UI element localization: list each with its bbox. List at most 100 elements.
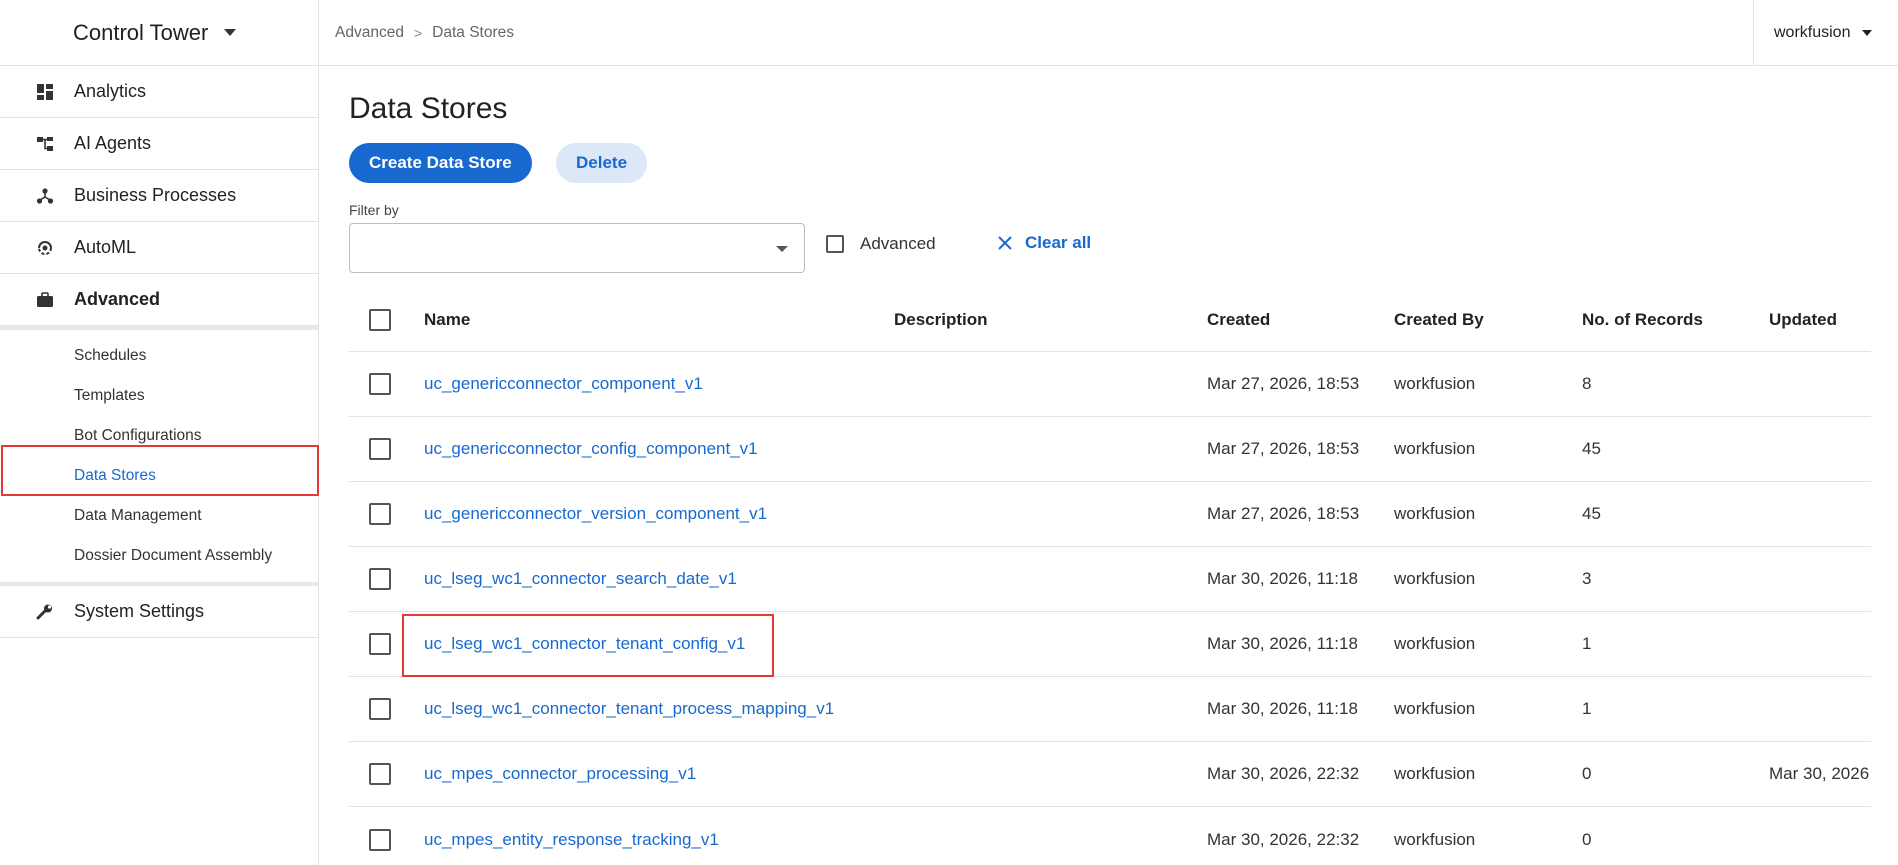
app-switcher[interactable]: Control Tower (0, 0, 318, 66)
data-store-created: Mar 27, 2026, 18:53 (1207, 439, 1360, 458)
data-store-created: Mar 30, 2026, 11:18 (1207, 569, 1358, 588)
sidebar-item-analytics[interactable]: Analytics (0, 66, 318, 118)
sidebar: Control Tower Analytics AI Agents Busine… (0, 0, 319, 865)
data-store-name-link[interactable]: uc_lseg_wc1_connector_tenant_process_map… (424, 677, 834, 741)
page-title: Data Stores (349, 92, 508, 125)
breadcrumb: Advanced > Data Stores (319, 24, 514, 42)
data-store-records: 8 (1582, 374, 1592, 393)
sidebar-subitem-schedules[interactable]: Schedules (0, 336, 318, 376)
data-store-name-link[interactable]: uc_genericconnector_component_v1 (424, 352, 703, 416)
column-header-name[interactable]: Name (424, 288, 470, 351)
row-checkbox-cell (369, 482, 391, 546)
column-header-records[interactable]: No. of Records (1582, 288, 1703, 351)
data-store-records: 0 (1582, 829, 1592, 849)
table-row: uc_genericconnector_version_component_v1… (349, 482, 1871, 547)
sidebar-item-label: AutoML (74, 237, 137, 257)
data-store-records: 45 (1582, 504, 1601, 523)
column-header-created-by[interactable]: Created By (1394, 288, 1484, 351)
breadcrumb-separator: > (413, 24, 423, 41)
filter-select[interactable] (349, 223, 805, 273)
top-bar: Advanced > Data Stores workfusion (319, 0, 1898, 66)
briefcase-icon (36, 291, 54, 309)
breadcrumb-item-advanced[interactable]: Advanced (335, 24, 404, 42)
data-store-name-link[interactable]: uc_lseg_wc1_connector_search_date_v1 (424, 547, 737, 611)
data-store-created-by: workfusion (1394, 764, 1476, 783)
caret-down-icon (776, 246, 788, 252)
create-data-store-button[interactable]: Create Data Store (349, 143, 532, 183)
select-all-checkbox[interactable] (369, 308, 391, 331)
data-store-name-link[interactable]: uc_mpes_entity_response_tracking_v1 (424, 807, 719, 865)
brain-icon (36, 239, 54, 257)
row-checkbox-cell (369, 352, 391, 416)
row-checkbox-cell (369, 547, 391, 611)
advanced-submenu: Schedules Templates Bot Configurations D… (0, 330, 318, 582)
row-checkbox-cell (369, 807, 391, 865)
row-checkbox-cell (369, 417, 391, 481)
row-checkbox-cell (369, 612, 391, 676)
sidebar-subitem-data-management[interactable]: Data Management (0, 496, 318, 536)
close-icon (998, 236, 1012, 250)
main-content: Data Stores Create Data Store Delete Fil… (349, 66, 1898, 865)
sidebar-item-ai-agents[interactable]: AI Agents (0, 118, 318, 170)
advanced-checkbox[interactable] (826, 235, 844, 253)
data-store-records: 3 (1582, 569, 1592, 588)
row-checkbox[interactable] (369, 633, 391, 655)
sidebar-item-system-settings[interactable]: System Settings (0, 586, 318, 638)
column-header-updated[interactable]: Updated (1769, 288, 1837, 351)
caret-down-icon (224, 29, 237, 36)
data-store-created: Mar 30, 2026, 11:18 (1207, 699, 1358, 718)
clear-all-button[interactable]: Clear all (997, 233, 1091, 253)
table-row: uc_lseg_wc1_connector_tenant_process_map… (349, 677, 1871, 742)
row-checkbox[interactable] (369, 503, 391, 525)
sidebar-item-label: Business Processes (74, 185, 237, 205)
select-all-cell (369, 288, 391, 351)
table-row: uc_mpes_connector_processing_v1 Mar 30, … (349, 742, 1871, 807)
process-nodes-icon (36, 187, 54, 205)
row-checkbox[interactable] (369, 438, 391, 460)
row-checkbox[interactable] (369, 828, 391, 851)
sidebar-subitem-data-stores[interactable]: Data Stores (0, 456, 318, 496)
data-store-created-by: workfusion (1394, 439, 1476, 458)
sidebar-item-label: Analytics (74, 81, 147, 101)
table-row: uc_lseg_wc1_connector_tenant_config_v1 M… (349, 612, 1871, 677)
sidebar-subitem-templates[interactable]: Templates (0, 376, 318, 416)
data-store-created: Mar 27, 2026, 18:53 (1207, 374, 1360, 393)
data-stores-table: Name Description Created Created By No. … (349, 288, 1871, 865)
row-checkbox[interactable] (369, 568, 391, 590)
table-row: uc_mpes_entity_response_tracking_v1 Mar … (349, 807, 1871, 865)
data-store-records: 0 (1582, 764, 1592, 783)
row-checkbox[interactable] (369, 698, 391, 720)
data-store-name-link[interactable]: uc_lseg_wc1_connector_tenant_config_v1 (424, 612, 745, 676)
advanced-checkbox-group[interactable]: Advanced (826, 234, 936, 254)
sidebar-item-advanced[interactable]: Advanced (0, 274, 318, 326)
column-header-description[interactable]: Description (894, 288, 988, 351)
data-store-created-by: workfusion (1394, 699, 1476, 718)
data-store-created: Mar 30, 2026, 22:32 (1207, 829, 1360, 849)
data-store-created-by: workfusion (1394, 374, 1476, 393)
row-checkbox-cell (369, 677, 391, 741)
column-header-created[interactable]: Created (1207, 288, 1270, 351)
data-store-updated: Mar 30, 2026 (1769, 764, 1870, 783)
table-header-row: Name Description Created Created By No. … (349, 288, 1871, 352)
row-checkbox-cell (369, 742, 391, 806)
sidebar-subitem-dossier-document-assembly[interactable]: Dossier Document Assembly (0, 536, 318, 576)
row-checkbox[interactable] (369, 373, 391, 395)
dashboard-icon (36, 83, 54, 101)
clear-all-label: Clear all (1025, 233, 1092, 252)
row-checkbox[interactable] (369, 763, 391, 785)
data-store-records: 45 (1582, 439, 1601, 458)
sidebar-item-business-processes[interactable]: Business Processes (0, 170, 318, 222)
sidebar-item-label: Advanced (74, 289, 161, 309)
user-name: workfusion (1774, 24, 1851, 41)
data-store-name-link[interactable]: uc_genericconnector_version_component_v1 (424, 482, 767, 546)
sidebar-item-label: System Settings (74, 601, 205, 621)
table-row: uc_genericconnector_config_component_v1 … (349, 417, 1871, 482)
sidebar-subitem-bot-configurations[interactable]: Bot Configurations (0, 416, 318, 456)
sidebar-item-automl[interactable]: AutoML (0, 222, 318, 274)
user-menu[interactable]: workfusion (1753, 0, 1898, 66)
table-row: uc_lseg_wc1_connector_search_date_v1 Mar… (349, 547, 1871, 612)
app-title: Control Tower (73, 19, 209, 45)
data-store-name-link[interactable]: uc_genericconnector_config_component_v1 (424, 417, 758, 481)
data-store-name-link[interactable]: uc_mpes_connector_processing_v1 (424, 742, 696, 806)
delete-button[interactable]: Delete (556, 143, 648, 183)
